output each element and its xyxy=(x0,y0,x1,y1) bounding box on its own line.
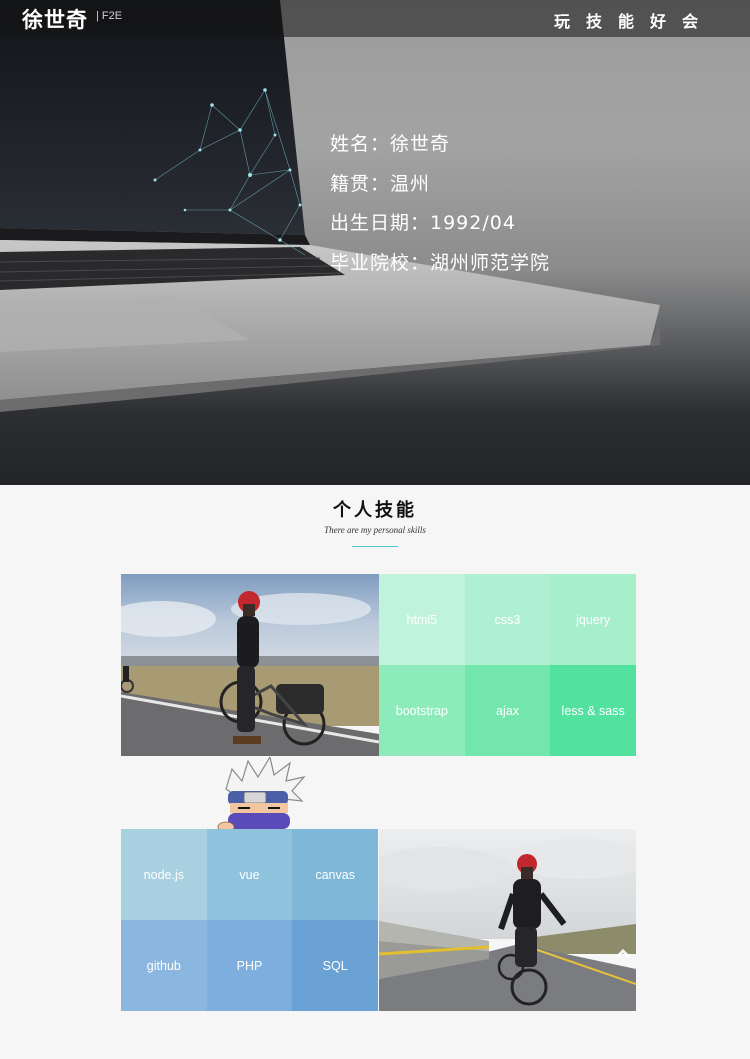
top-navigation-bar: 徐世奇 | F2E 玩技能好会 xyxy=(0,0,750,37)
skill-tile-html5[interactable]: html5 xyxy=(379,574,465,665)
skills-grid-fullstack: node.js vue canvas github PHP SQL xyxy=(121,829,378,1011)
skills-subtitle: There are my personal skills xyxy=(324,525,426,535)
skill-tile-css3[interactable]: css3 xyxy=(464,574,551,665)
brand-tag-text: F2E xyxy=(101,10,123,22)
skills-grid-frontend: html5 css3 jquery bootstrap ajax less & … xyxy=(379,574,636,756)
skill-tile-ajax[interactable]: ajax xyxy=(464,665,551,756)
skill-tile-vue[interactable]: vue xyxy=(206,829,293,920)
profile-school: 毕业院校：湖州师范学院 xyxy=(330,251,551,274)
brand-tagline: | F2E xyxy=(96,10,123,22)
skill-tile-github[interactable]: github xyxy=(121,920,207,1011)
kakashi-mascot-icon xyxy=(214,755,306,839)
hero-banner: 徐世奇 | F2E 玩技能好会 姓名：徐世奇 籍贯：温州 出生日期：1992/04… xyxy=(0,0,750,485)
profile-hometown: 籍贯：温州 xyxy=(330,172,431,195)
skills-title: 个人技能 xyxy=(333,500,417,521)
skills-section-header: 个人技能 There are my personal skills xyxy=(0,496,750,547)
skill-tile-less-sass[interactable]: less & sass xyxy=(550,665,636,756)
profile-birthdate: 出生日期：1992/04 xyxy=(330,212,516,234)
profile-name: 姓名：徐世奇 xyxy=(330,133,451,155)
cyclist-standing-photo xyxy=(121,574,379,756)
title-underline xyxy=(352,546,398,547)
brand-logo[interactable]: 徐世奇 xyxy=(22,4,88,34)
skill-tile-canvas[interactable]: canvas xyxy=(292,829,378,920)
skill-tile-nodejs[interactable]: node.js xyxy=(121,829,207,920)
skill-tile-sql[interactable]: SQL xyxy=(292,920,378,1011)
skill-tile-bootstrap[interactable]: bootstrap xyxy=(379,665,465,756)
profile-info: 姓名：徐世奇 籍贯：温州 出生日期：1992/04 毕业院校：湖州师范学院 xyxy=(330,128,550,286)
nav-slogan: 玩技能好会 xyxy=(553,12,714,31)
skill-tile-jquery[interactable]: jquery xyxy=(550,574,636,665)
page: 徐世奇 | F2E 玩技能好会 姓名：徐世奇 籍贯：温州 出生日期：1992/04… xyxy=(0,0,750,1059)
skill-tile-php[interactable]: PHP xyxy=(206,920,293,1011)
cyclist-riding-photo xyxy=(379,829,636,1011)
